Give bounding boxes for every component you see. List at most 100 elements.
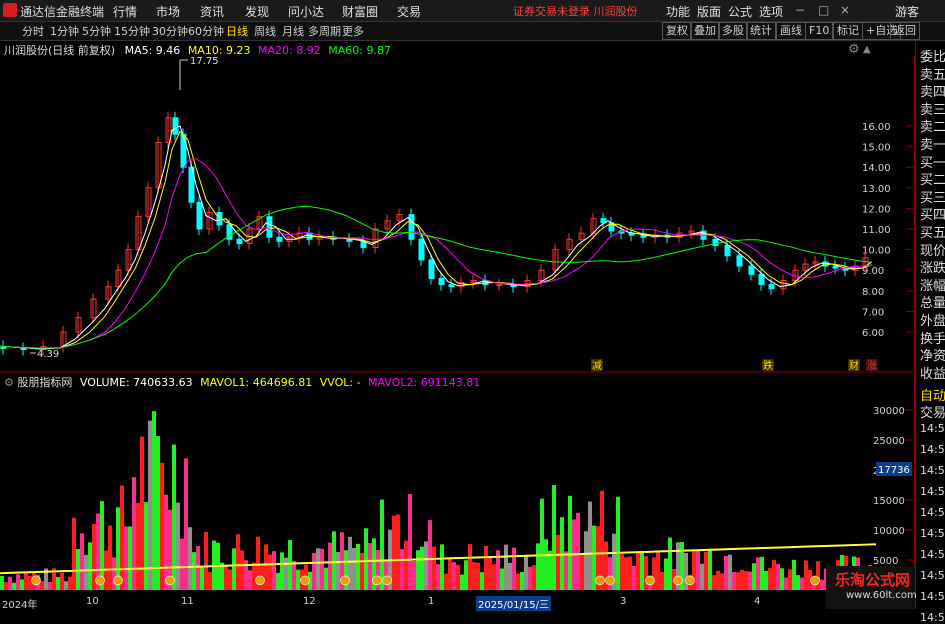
overlay-button[interactable]: 叠加: [690, 22, 720, 40]
volume-bar: [712, 575, 716, 590]
volume-bar: [120, 485, 124, 590]
menu-formula[interactable]: 公式: [728, 3, 752, 20]
period-intraday[interactable]: 分时: [22, 23, 44, 39]
volume-bar: [744, 571, 748, 590]
price-tick-label: 12.00: [862, 204, 891, 215]
volume-bar: [576, 512, 580, 590]
volume-bar: [440, 544, 444, 590]
volume-bar: [724, 555, 728, 590]
ma60-line: [0, 205, 873, 349]
draw-line-button[interactable]: 画线: [776, 22, 806, 40]
volume-bar: [384, 559, 388, 590]
period-60min[interactable]: 60分钟: [188, 23, 224, 39]
money-bag-icon: [31, 575, 41, 586]
volume-bar: [424, 541, 428, 590]
price-tick-label: 13.00: [862, 184, 891, 195]
menu-market[interactable]: 市场: [156, 3, 180, 20]
indicator-settings-icon[interactable]: ⚙: [4, 376, 14, 389]
volume-bar: [456, 564, 460, 590]
volume-bar: [40, 581, 44, 590]
menu-layout[interactable]: 版面: [697, 3, 721, 20]
cursor-value-label: 17736: [878, 465, 910, 476]
date-label: 11: [181, 596, 194, 607]
candle-body: [496, 284, 503, 287]
menu-wealth[interactable]: 财富圈: [342, 3, 378, 20]
volume-bar: [296, 569, 300, 590]
volume-bar: [644, 556, 648, 590]
quote-side-panel: 委比 卖五 卖四 卖三 卖二 卖一 买一 买二 买三 买四 买五 现价 涨跌 涨幅 总量 外盘 换手 净资 收益 自动…: [915, 41, 945, 624]
kline-chart[interactable]: 16.0015.0014.0013.0012.0011.0010.009.008…: [0, 55, 915, 596]
money-bag-icon: [645, 575, 655, 586]
volume-bar: [528, 566, 532, 590]
tick-time: 14:56: [920, 569, 945, 582]
volume-bar: [452, 562, 456, 590]
volume-bar: [184, 458, 188, 590]
mark-button[interactable]: 标记: [833, 22, 863, 40]
volume-bar: [140, 436, 144, 590]
volume-bar: [436, 564, 440, 590]
volume-bar: [320, 548, 324, 590]
volume-bar: [356, 543, 360, 590]
volume-bar: [552, 485, 556, 590]
menu-quotes[interactable]: 行情: [113, 3, 137, 20]
period-weekly[interactable]: 周线: [254, 23, 276, 39]
multi-stock-button[interactable]: 多股: [718, 22, 748, 40]
tick-time: 14:56: [920, 611, 945, 624]
back-button[interactable]: 返回: [890, 22, 920, 40]
candle-body: [758, 273, 765, 286]
trade-label[interactable]: 交易: [920, 402, 945, 421]
volume-bar: [56, 577, 60, 590]
period-1min[interactable]: 1分钟: [50, 23, 79, 39]
menu-bar: 通达信金融终端 行情 市场 资讯 发现 问小达 财富圈 交易 证券交易未登录 川…: [0, 0, 945, 22]
volume-bar: [68, 576, 72, 590]
menu-options[interactable]: 选项: [759, 3, 783, 20]
period-15min[interactable]: 15分钟: [114, 23, 150, 39]
volume-bar: [48, 582, 52, 590]
volume-bar: [588, 501, 592, 590]
volume-bar: [460, 574, 464, 590]
close-icon[interactable]: ×: [840, 3, 850, 17]
period-multi[interactable]: 多周期: [308, 23, 341, 39]
vvol-value: VVOL: -: [319, 376, 361, 389]
price-tick-label: 8.00: [862, 287, 884, 298]
volume-bar: [468, 544, 472, 590]
menu-function[interactable]: 功能: [666, 3, 690, 20]
money-bag-icon: [372, 575, 382, 586]
volume-bar: [412, 561, 416, 590]
volume-bar: [368, 543, 372, 590]
volume-bar: [472, 562, 476, 590]
volume-bar: [12, 582, 16, 590]
volume-bar: [728, 554, 732, 590]
date-axis: 2024年 10 11 12 1 2025/01/15/三 3 4: [0, 596, 915, 611]
menu-discover[interactable]: 发现: [245, 3, 269, 20]
volume-bar: [288, 540, 292, 590]
maximize-icon[interactable]: □: [818, 3, 829, 17]
volume-bar: [632, 565, 636, 590]
volume-bar: [796, 575, 800, 590]
restore-rights-button[interactable]: 复权: [662, 22, 692, 40]
date-label: 1: [428, 596, 435, 607]
volume-bar: [284, 557, 288, 590]
menu-news[interactable]: 资讯: [200, 3, 224, 20]
volume-bar: [780, 568, 784, 590]
candle-body: [196, 201, 203, 230]
minimize-icon[interactable]: −: [795, 3, 805, 17]
period-30min[interactable]: 30分钟: [152, 23, 188, 39]
menu-ask[interactable]: 问小达: [288, 3, 324, 20]
statistics-button[interactable]: 统计: [746, 22, 776, 40]
volume-bar: [8, 576, 12, 590]
collapse-icon[interactable]: ▲: [863, 44, 871, 55]
menu-trade[interactable]: 交易: [397, 3, 421, 20]
price-tick-label: 16.00: [862, 122, 891, 133]
volume-bar: [136, 503, 140, 590]
period-daily[interactable]: 日线: [226, 23, 248, 39]
guest-button[interactable]: 游客: [895, 3, 919, 20]
quote-field-label: 买一: [920, 155, 945, 171]
period-monthly[interactable]: 月线: [282, 23, 304, 39]
low-price-label: 4.39: [37, 349, 59, 360]
period-more[interactable]: 更多: [342, 23, 364, 39]
price-tick-label: 11.00: [862, 225, 891, 236]
f10-button[interactable]: F10: [805, 22, 834, 40]
period-5min[interactable]: 5分钟: [82, 23, 111, 39]
volume-bar: [248, 570, 252, 590]
